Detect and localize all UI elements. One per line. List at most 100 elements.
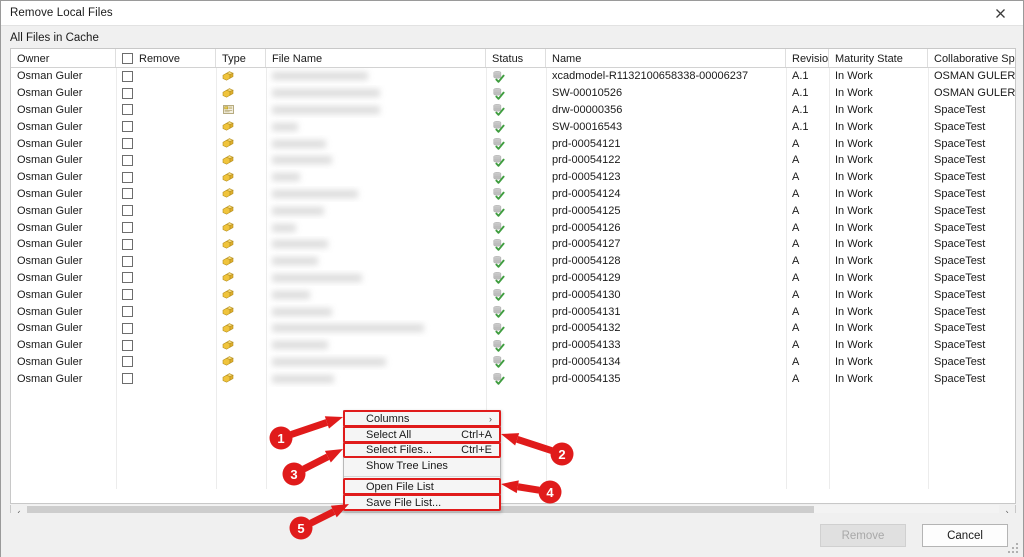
table-row[interactable]: Osman Guler prd-00054128 A In Work SpaceTes…	[11, 253, 1015, 270]
column-header-rev[interactable]: Revision	[786, 49, 829, 67]
column-header-space[interactable]: Collaborative Space	[928, 49, 1015, 67]
cell-name: prd-00054128	[546, 253, 786, 270]
cell-remove[interactable]	[116, 102, 216, 119]
cell-remove[interactable]	[116, 186, 216, 203]
table-row[interactable]: Osman Guler prd-00054121 A In Work SpaceTes…	[11, 135, 1015, 152]
row-remove-checkbox[interactable]	[122, 238, 133, 250]
table-row[interactable]: Osman Guler prd-00054124 A In Work SpaceTes…	[11, 186, 1015, 203]
cell-remove[interactable]	[116, 303, 216, 320]
cell-file	[266, 370, 486, 387]
table-row[interactable]: Osman Guler prd-00054126 A In Work SpaceTes…	[11, 219, 1015, 236]
cell-remove[interactable]	[116, 169, 216, 186]
chevron-right-icon: ›	[489, 413, 492, 424]
cell-remove[interactable]	[116, 286, 216, 303]
column-header-type[interactable]: Type	[216, 49, 266, 67]
menu-item-save-file-list[interactable]: Save File List...	[344, 495, 500, 511]
cell-remove[interactable]	[116, 135, 216, 152]
table-row[interactable]: Osman Guler xcadmodel-R1132100658338-000…	[11, 68, 1015, 85]
cell-remove[interactable]	[116, 320, 216, 337]
cell-space: SpaceTest	[928, 219, 1015, 236]
collaborative-space-text: SpaceTest	[934, 137, 986, 150]
remove-button[interactable]: Remove	[820, 524, 906, 547]
column-header-owner[interactable]: Owner	[11, 49, 116, 67]
table-row[interactable]: Osman Guler prd-00054132 A In Work SpaceTes…	[11, 320, 1015, 337]
column-header-remove[interactable]: Remove	[116, 49, 216, 67]
row-remove-checkbox[interactable]	[122, 154, 133, 166]
menu-item-select-all[interactable]: Select All Ctrl+A	[344, 427, 500, 443]
table-row[interactable]: Osman Guler prd-00054122 A In Work SpaceTes…	[11, 152, 1015, 169]
maturity-state-text: In Work	[835, 204, 873, 217]
table-row[interactable]: Osman Guler prd-00054135 A In Work SpaceTes…	[11, 370, 1015, 387]
grid-context-menu[interactable]: Columns › Select All Ctrl+A Select Files... C…	[343, 410, 501, 512]
table-row[interactable]: Osman Guler prd-00054130 A In Work SpaceTes…	[11, 286, 1015, 303]
name-text: prd-00054131	[552, 305, 621, 318]
collaborative-space-text: SpaceTest	[934, 154, 986, 167]
file-name-redacted	[272, 139, 326, 148]
column-header-file[interactable]: File Name	[266, 49, 486, 67]
row-remove-checkbox[interactable]	[122, 306, 133, 318]
row-remove-checkbox[interactable]	[122, 121, 133, 133]
cell-remove[interactable]	[116, 253, 216, 270]
row-remove-checkbox[interactable]	[122, 87, 133, 99]
table-row[interactable]: Osman Guler SW-00016543 A.1 In Work SpaceTe…	[11, 118, 1015, 135]
cell-remove[interactable]	[116, 68, 216, 85]
row-remove-checkbox[interactable]	[122, 171, 133, 183]
cell-remove[interactable]	[116, 236, 216, 253]
cell-remove[interactable]	[116, 370, 216, 387]
cell-remove[interactable]	[116, 85, 216, 102]
part-type-icon	[216, 370, 266, 387]
row-remove-checkbox[interactable]	[122, 373, 133, 385]
table-row[interactable]: Osman Guler prd-00054134 A In Work SpaceTes…	[11, 354, 1015, 371]
table-row[interactable]: Osman Guler SW-00010526 A.1 In Work OSMAN G…	[11, 85, 1015, 102]
select-all-checkbox[interactable]	[122, 53, 133, 64]
row-remove-checkbox[interactable]	[122, 289, 133, 301]
resize-grip-icon[interactable]	[1008, 543, 1020, 555]
table-row[interactable]: Osman Guler drw-00000356 A.1 In Work SpaceT…	[11, 102, 1015, 119]
row-remove-checkbox[interactable]	[122, 205, 133, 217]
table-row[interactable]: Osman Guler prd-00054125 A In Work SpaceTes…	[11, 202, 1015, 219]
row-remove-checkbox[interactable]	[122, 138, 133, 150]
row-remove-checkbox[interactable]	[122, 339, 133, 351]
menu-item-select-files[interactable]: Select Files... Ctrl+E	[344, 443, 500, 459]
cell-remove[interactable]	[116, 118, 216, 135]
cell-remove[interactable]	[116, 202, 216, 219]
table-row[interactable]: Osman Guler prd-00054123 A In Work SpaceTes…	[11, 169, 1015, 186]
cell-remove[interactable]	[116, 152, 216, 169]
maturity-state-text: In Work	[835, 154, 873, 167]
row-remove-checkbox[interactable]	[122, 322, 133, 334]
table-row[interactable]: Osman Guler prd-00054133 A In Work SpaceTes…	[11, 337, 1015, 354]
column-header-status[interactable]: Status	[486, 49, 546, 67]
row-remove-checkbox[interactable]	[122, 255, 133, 267]
row-remove-checkbox[interactable]	[122, 272, 133, 284]
maturity-state-text: In Work	[835, 171, 873, 184]
menu-item-label: Select Files...	[366, 444, 433, 457]
cell-mat: In Work	[829, 169, 928, 186]
status-icon	[486, 135, 546, 152]
status-icon	[486, 118, 546, 135]
cell-remove[interactable]	[116, 270, 216, 287]
table-row[interactable]: Osman Guler prd-00054131 A In Work SpaceTes…	[11, 303, 1015, 320]
column-header-mat[interactable]: Maturity State	[829, 49, 928, 67]
column-header-label: Status	[492, 52, 524, 65]
row-remove-checkbox[interactable]	[122, 104, 133, 116]
close-icon[interactable]	[978, 1, 1023, 25]
cell-remove[interactable]	[116, 354, 216, 371]
cell-rev: A	[786, 135, 829, 152]
revision-text: A	[792, 339, 800, 352]
status-icon	[486, 102, 546, 119]
cell-remove[interactable]	[116, 219, 216, 236]
cell-remove[interactable]	[116, 337, 216, 354]
cell-file	[266, 202, 486, 219]
row-remove-checkbox[interactable]	[122, 356, 133, 368]
menu-item-show-tree-lines[interactable]: Show Tree Lines	[344, 458, 500, 474]
table-row[interactable]: Osman Guler prd-00054127 A In Work SpaceTes…	[11, 236, 1015, 253]
collaborative-space-text: SpaceTest	[934, 255, 986, 268]
cancel-button[interactable]: Cancel	[922, 524, 1008, 547]
row-remove-checkbox[interactable]	[122, 222, 133, 234]
table-row[interactable]: Osman Guler prd-00054129 A In Work SpaceTes…	[11, 270, 1015, 287]
menu-item-open-file-list[interactable]: Open File List	[344, 479, 500, 495]
row-remove-checkbox[interactable]	[122, 188, 133, 200]
menu-item-columns[interactable]: Columns ›	[344, 411, 500, 427]
column-header-name[interactable]: Name	[546, 49, 786, 67]
row-remove-checkbox[interactable]	[122, 70, 133, 82]
